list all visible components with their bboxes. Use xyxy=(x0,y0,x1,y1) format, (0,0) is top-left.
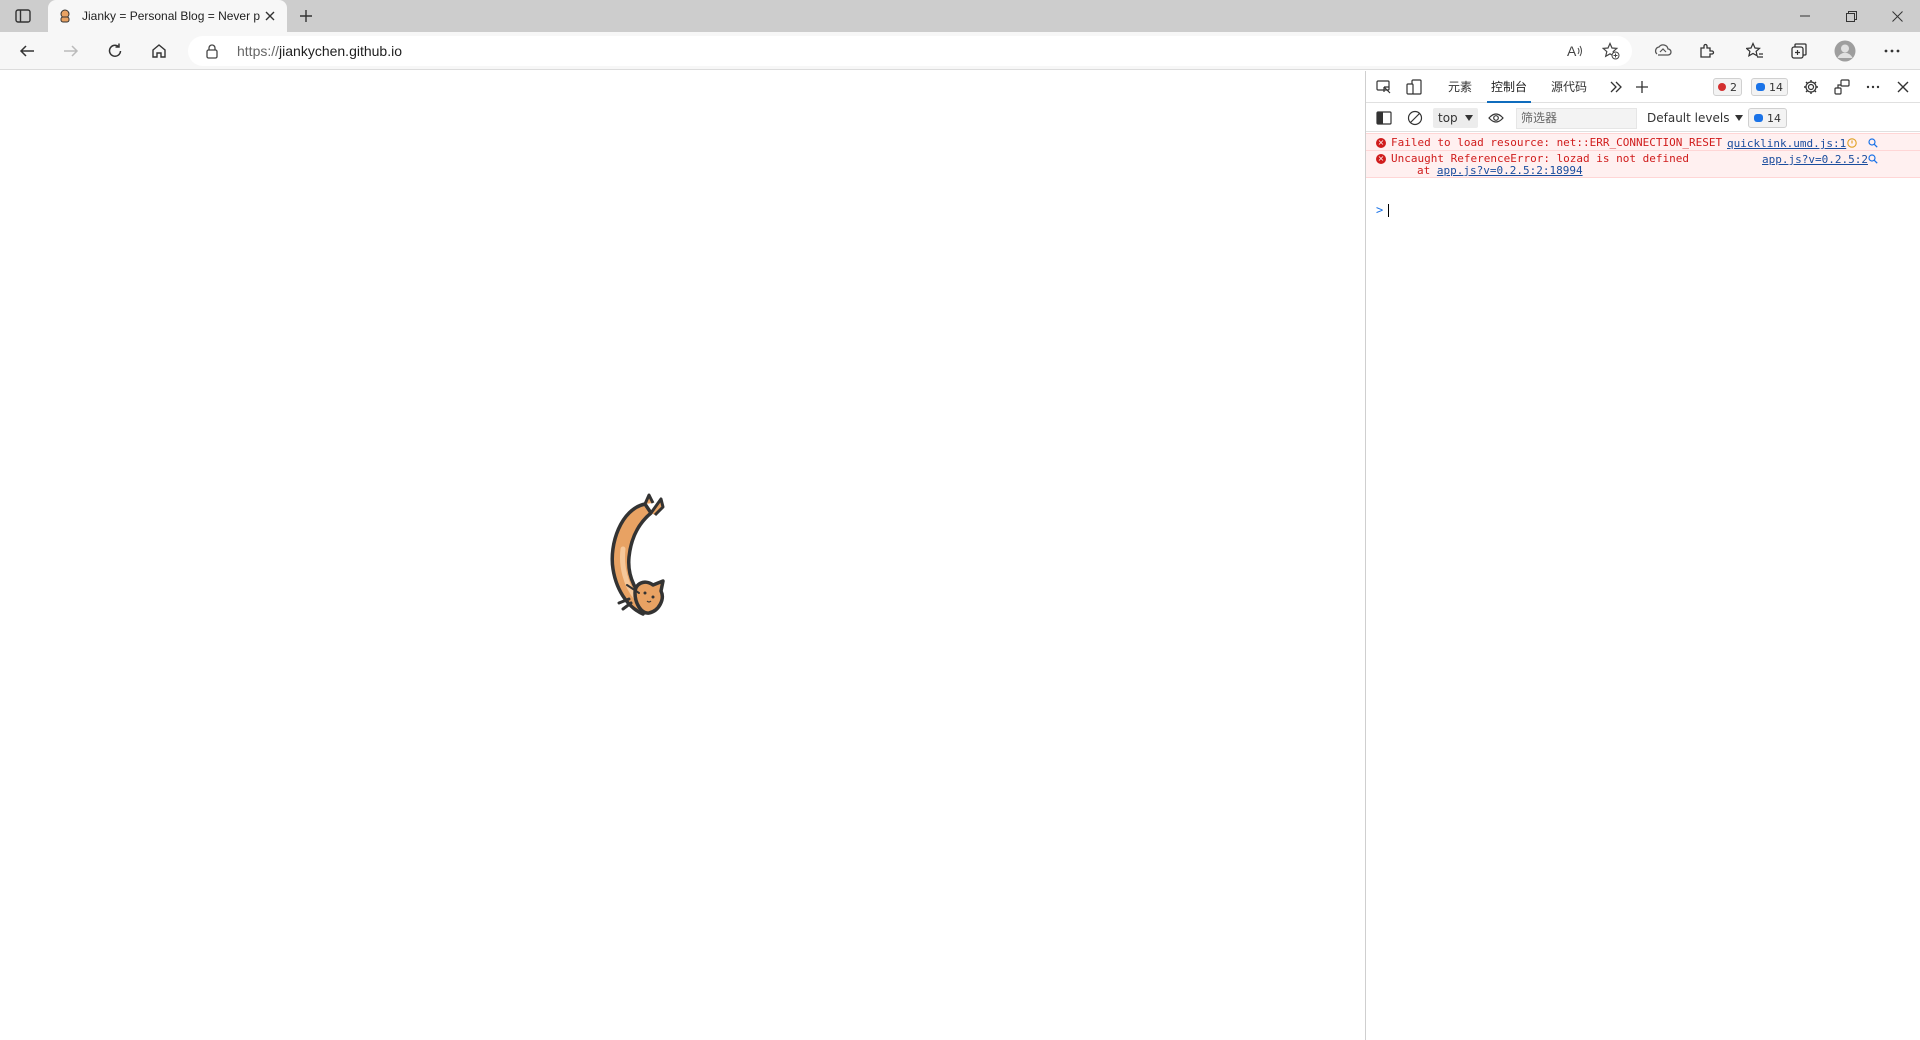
add-tool-icon[interactable] xyxy=(1632,77,1652,97)
favorites-icon[interactable] xyxy=(1743,39,1767,63)
error-icon: × xyxy=(1376,154,1386,164)
error-count: 2 xyxy=(1730,80,1737,94)
forward-button[interactable] xyxy=(59,39,83,63)
message-bubble-icon xyxy=(1756,83,1765,91)
device-emulation-icon[interactable] xyxy=(1404,77,1424,97)
devtools-tab-bar: 元素 控制台 源代码 2 14 xyxy=(1366,71,1920,103)
console-message: × Uncaught ReferenceError: lozad is not … xyxy=(1366,151,1920,178)
address-bar[interactable]: https://jiankychen.github.io A xyxy=(188,36,1632,66)
log-levels-dropdown[interactable]: Default levels xyxy=(1647,108,1744,128)
favicon-icon xyxy=(56,7,74,25)
url-host: jiankychen.github.io xyxy=(279,43,403,59)
tab-close-icon[interactable] xyxy=(261,7,279,25)
chevron-down-icon xyxy=(1465,115,1473,121)
home-button[interactable] xyxy=(147,39,171,63)
tab-sources[interactable]: 源代码 xyxy=(1547,71,1591,103)
live-expression-eye-icon[interactable] xyxy=(1486,108,1506,128)
close-window-button[interactable] xyxy=(1874,0,1920,32)
context-select[interactable]: top xyxy=(1433,108,1478,128)
tab-actions-icon[interactable] xyxy=(12,7,34,25)
error-dot-icon xyxy=(1718,83,1726,91)
tab-elements[interactable]: 元素 xyxy=(1444,71,1476,103)
lock-icon[interactable] xyxy=(204,43,220,59)
network-throttle-icon[interactable] xyxy=(1847,138,1857,148)
console-message: × Failed to load resource: net::ERR_CONN… xyxy=(1366,133,1920,151)
error-icon: × xyxy=(1376,138,1386,148)
console-output: × Failed to load resource: net::ERR_CONN… xyxy=(1366,133,1920,217)
message-count-badge[interactable]: 14 xyxy=(1751,78,1788,96)
devtools-panel: 元素 控制台 源代码 2 14 top 筛选器 Default levels 1… xyxy=(1365,71,1920,1040)
tab-console[interactable]: 控制台 xyxy=(1487,71,1532,103)
stack-prefix: at xyxy=(1417,164,1431,177)
tab-title: Jianky = Personal Blog = Never p xyxy=(82,9,261,23)
svg-text:A: A xyxy=(1567,43,1577,59)
browser-essentials-icon[interactable] xyxy=(1651,39,1675,63)
console-input-caret[interactable] xyxy=(1388,204,1389,217)
log-levels-value: Default levels xyxy=(1647,111,1730,125)
close-devtools-icon[interactable] xyxy=(1893,77,1913,97)
cat-loading-illustration xyxy=(601,489,681,629)
console-filter-input[interactable]: 筛选器 xyxy=(1516,108,1637,129)
search-icon[interactable] xyxy=(1868,138,1878,148)
sidebar-toggle-icon[interactable] xyxy=(1374,108,1394,128)
url-text: https://jiankychen.github.io xyxy=(237,43,402,59)
inspect-element-icon[interactable] xyxy=(1374,77,1394,97)
console-message-text: Failed to load resource: net::ERR_CONNEC… xyxy=(1391,136,1723,149)
console-filter-bar: top 筛选器 Default levels 14 xyxy=(1366,104,1920,132)
context-select-value: top xyxy=(1438,111,1458,125)
read-aloud-icon[interactable]: A xyxy=(1563,39,1587,63)
refresh-button[interactable] xyxy=(103,39,127,63)
url-scheme: https:// xyxy=(237,43,280,59)
restore-button[interactable] xyxy=(1828,0,1874,32)
tab-strip: Jianky = Personal Blog = Never p xyxy=(0,0,1920,32)
page-viewport xyxy=(0,71,1365,1040)
issues-bubble-icon xyxy=(1754,114,1763,122)
devtools-settings-gear-icon[interactable] xyxy=(1801,77,1821,97)
collections-icon[interactable] xyxy=(1787,39,1811,63)
browser-tab[interactable]: Jianky = Personal Blog = Never p xyxy=(48,0,287,32)
console-prompt-icon: > xyxy=(1376,203,1384,217)
console-message-source[interactable]: quicklink.umd.js:1 xyxy=(1727,137,1846,150)
new-tab-button[interactable] xyxy=(295,5,317,27)
stack-trace-link[interactable]: app.js?v=0.2.5:2:18994 xyxy=(1437,164,1583,177)
error-count-badge[interactable]: 2 xyxy=(1713,78,1742,96)
stack-trace-line: at app.js?v=0.2.5:2:18994 xyxy=(1417,164,1583,177)
more-tabs-icon[interactable] xyxy=(1606,77,1626,97)
minimize-button[interactable] xyxy=(1782,0,1828,32)
chevron-down-icon xyxy=(1735,115,1744,121)
search-icon[interactable] xyxy=(1868,154,1878,164)
clear-console-icon[interactable] xyxy=(1405,108,1425,128)
issues-count: 14 xyxy=(1767,111,1781,125)
devtools-more-icon[interactable] xyxy=(1863,77,1883,97)
settings-more-icon[interactable] xyxy=(1880,39,1904,63)
extensions-icon[interactable] xyxy=(1695,39,1719,63)
issues-count-badge[interactable]: 14 xyxy=(1748,108,1787,128)
profile-avatar[interactable] xyxy=(1833,39,1857,63)
add-favorite-icon[interactable] xyxy=(1599,39,1623,63)
console-message-source[interactable]: app.js?v=0.2.5:2 xyxy=(1762,153,1868,166)
message-count: 14 xyxy=(1769,80,1783,94)
back-button[interactable] xyxy=(15,39,39,63)
browser-toolbar: https://jiankychen.github.io A xyxy=(0,32,1920,70)
connect-device-icon[interactable] xyxy=(1832,77,1852,97)
